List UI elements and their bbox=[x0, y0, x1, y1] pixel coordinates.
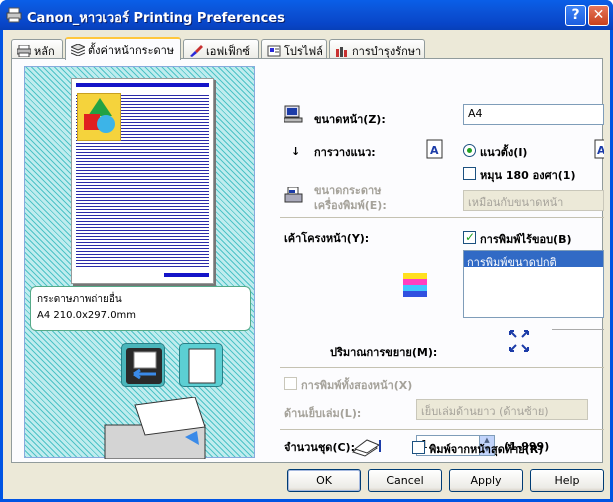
layout-label: เค้าโครงหน้า(Y): bbox=[284, 232, 370, 245]
preview-page bbox=[71, 78, 214, 284]
dialog-body: หลัก ตั้งค่าหน้ากระดาษ เอฟเฟ็กซ์ โปรไฟล์… bbox=[3, 30, 610, 499]
printer-illustration-icon bbox=[104, 397, 206, 459]
tab-maintenance[interactable]: การบำรุงรักษา bbox=[329, 39, 425, 59]
page-size-label: ขนาดหน้า(Z): bbox=[314, 113, 386, 126]
down-arrow-icon: ↓ bbox=[291, 145, 301, 158]
rotate-180-label: หมุน 180 องศา(1) bbox=[480, 169, 576, 182]
ok-button[interactable]: OK bbox=[287, 469, 361, 492]
layers-icon bbox=[71, 44, 85, 56]
orientation-preview-button[interactable] bbox=[179, 343, 223, 387]
reverse-order-label: พิมพ์จากหน้าสุดท้าย(R) bbox=[429, 443, 544, 456]
reverse-order-checkbox[interactable] bbox=[412, 441, 425, 454]
page-size-select[interactable]: A4 bbox=[463, 104, 604, 125]
paper-info-box: กระดาษภาพถ่ายอื่น A4 210.0x297.0mm bbox=[30, 286, 251, 331]
apply-button[interactable]: Apply bbox=[449, 469, 523, 492]
borderless-checkbox[interactable] bbox=[463, 230, 476, 244]
preview-footer-bar bbox=[164, 273, 209, 277]
separator bbox=[280, 367, 604, 368]
layout-listbox[interactable]: การพิมพ์ขนาดปกติ bbox=[463, 250, 604, 318]
orientation-label: การวางแนว: bbox=[314, 146, 376, 159]
portrait-a-icon: A bbox=[426, 139, 443, 159]
printer-icon bbox=[6, 7, 22, 23]
color-cube-icon bbox=[403, 273, 427, 297]
landscape-a-icon: A bbox=[594, 139, 604, 159]
portrait-radio[interactable] bbox=[463, 144, 476, 157]
printing-preferences-window: Canon_หาวเวอร์ Printing Preferences ? ✕ … bbox=[0, 0, 613, 502]
help-button[interactable]: Help bbox=[530, 469, 604, 492]
cancel-button[interactable]: Cancel bbox=[368, 469, 442, 492]
paper-feed-button[interactable] bbox=[121, 343, 165, 387]
printer-paper-icon bbox=[284, 187, 303, 203]
computer-icon bbox=[284, 105, 303, 123]
magnification-slider[interactable] bbox=[552, 329, 604, 330]
separator bbox=[280, 429, 604, 430]
window-title: Canon_หาวเวอร์ Printing Preferences bbox=[27, 11, 285, 26]
svg-text:A: A bbox=[597, 144, 604, 157]
page-setup-panel: กระดาษภาพถ่ายอื่น A4 210.0x297.0mm ขนาดห… bbox=[11, 58, 604, 463]
duplex-label: การพิมพ์ทั้งสองหน้า(X) bbox=[301, 379, 413, 392]
stapling-side-label: ด้านเย็บเล่ม(L): bbox=[284, 407, 362, 420]
close-title-button[interactable]: ✕ bbox=[588, 5, 609, 26]
printer-paper-label-2: เครื่องพิมพ์(E): bbox=[314, 199, 387, 212]
tab-maintenance-label: การบำรุงรักษา bbox=[352, 45, 422, 58]
profile-icon bbox=[267, 45, 281, 57]
brush-icon bbox=[190, 45, 203, 57]
tab-profiles[interactable]: โปรไฟล์ bbox=[261, 39, 327, 59]
paper-feed-icon bbox=[126, 348, 162, 384]
tab-profiles-label: โปรไฟล์ bbox=[284, 45, 323, 58]
rotate-180-checkbox[interactable] bbox=[463, 167, 476, 180]
tools-icon bbox=[336, 47, 347, 57]
stapling-side-select[interactable]: เย็บเล่มด้านยาว (ด้านซ้าย) bbox=[416, 399, 588, 420]
tab-main[interactable]: หลัก bbox=[11, 39, 63, 59]
duplex-checkbox[interactable] bbox=[284, 377, 297, 390]
tab-main-label: หลัก bbox=[34, 45, 55, 58]
tab-effects-label: เอฟเฟ็กซ์ bbox=[206, 45, 250, 58]
separator bbox=[280, 217, 604, 218]
layout-list-selected[interactable]: การพิมพ์ขนาดปกติ bbox=[464, 251, 603, 269]
portrait-label: แนวตั้ง(I) bbox=[480, 146, 528, 159]
help-title-button[interactable]: ? bbox=[565, 5, 586, 26]
tab-page-setup[interactable]: ตั้งค่าหน้ากระดาษ bbox=[65, 37, 181, 60]
printer-icon bbox=[17, 45, 31, 57]
magnification-label: ปริมาณการขยาย(M): bbox=[330, 346, 438, 359]
printer-paper-select[interactable]: เหมือนกับขนาดหน้า bbox=[463, 190, 604, 211]
print-preview: กระดาษภาพถ่ายอื่น A4 210.0x297.0mm bbox=[24, 66, 255, 459]
preview-header-bar bbox=[76, 83, 209, 87]
preview-image bbox=[77, 93, 121, 141]
page-stack-icon bbox=[351, 439, 381, 457]
expand-arrows-icon bbox=[509, 330, 529, 352]
tab-page-setup-label: ตั้งค่าหน้ากระดาษ bbox=[88, 44, 175, 57]
svg-text:A: A bbox=[430, 144, 439, 157]
page-portrait-icon bbox=[188, 348, 216, 384]
borderless-label: การพิมพ์ไร้ขอบ(B) bbox=[480, 233, 572, 246]
paper-type-text: กระดาษภาพถ่ายอื่น bbox=[37, 294, 122, 305]
title-bar[interactable]: Canon_หาวเวอร์ Printing Preferences ? ✕ bbox=[0, 0, 613, 30]
tab-effects[interactable]: เอฟเฟ็กซ์ bbox=[183, 39, 259, 59]
paper-size-text: A4 210.0x297.0mm bbox=[37, 310, 137, 321]
copies-label: จำนวนชุด(C): bbox=[284, 441, 355, 454]
